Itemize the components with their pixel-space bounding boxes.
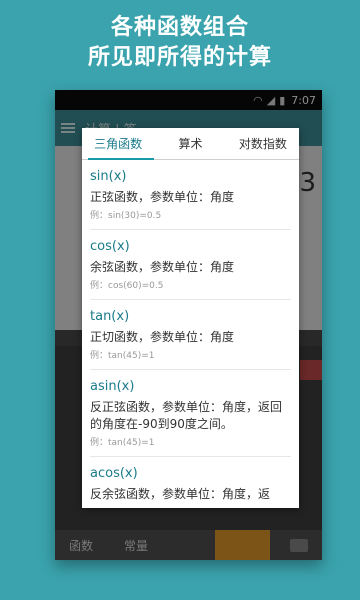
function-name: acos(x) (90, 466, 138, 481)
tab-arithmetic[interactable]: 算术 (154, 128, 226, 160)
function-description: 正弦函数，参数单位：角度 (90, 190, 235, 204)
function-description: 正切函数，参数单位：角度 (90, 330, 235, 344)
tab-log-exp[interactable]: 对数指数 (227, 128, 299, 160)
promo-subtitle: 所见即所得的计算 (87, 45, 272, 70)
function-list[interactable]: sin(x) 正弦函数，参数单位：角度 例：sin(30)=0.5 cos(x)… (82, 160, 299, 508)
list-item[interactable]: acos(x) 反余弦函数，参数单位：角度，返 (90, 457, 291, 508)
function-description: 反余弦函数，参数单位：角度，返 (90, 487, 271, 501)
active-tab-indicator (88, 158, 154, 160)
function-description: 反正弦函数，参数单位：角度，返回的角度在-90到90度之间。 (90, 400, 283, 431)
function-example: 例：cos(60)=0.5 (90, 281, 164, 291)
list-item[interactable]: cos(x) 余弦函数，参数单位：角度 例：cos(60)=0.5 (90, 230, 291, 300)
function-name: asin(x) (90, 379, 135, 394)
list-item[interactable]: sin(x) 正弦函数，参数单位：角度 例：sin(30)=0.5 (90, 160, 291, 230)
promo-banner: 各种函数组合 所见即所得的计算 (0, 14, 360, 72)
function-description: 余弦函数，参数单位：角度 (90, 260, 235, 274)
function-example: 例：sin(30)=0.5 (90, 211, 162, 221)
tab-trig[interactable]: 三角函数 (82, 128, 154, 160)
list-item[interactable]: asin(x) 反正弦函数，参数单位：角度，返回的角度在-90到90度之间。 例… (90, 370, 291, 457)
function-example: 例：tan(45)=1 (90, 351, 155, 361)
promo-title: 各种函数组合 (110, 15, 249, 40)
function-example: 例：tan(45)=1 (90, 438, 155, 448)
function-name: cos(x) (90, 239, 130, 254)
list-item[interactable]: tan(x) 正切函数，参数单位：角度 例：tan(45)=1 (90, 300, 291, 370)
function-name: sin(x) (90, 169, 127, 184)
category-tabs: 三角函数 算术 对数指数 (82, 128, 299, 160)
function-name: tan(x) (90, 309, 130, 324)
function-help-dialog: 三角函数 算术 对数指数 sin(x) 正弦函数，参数单位：角度 例：sin(3… (82, 128, 299, 508)
